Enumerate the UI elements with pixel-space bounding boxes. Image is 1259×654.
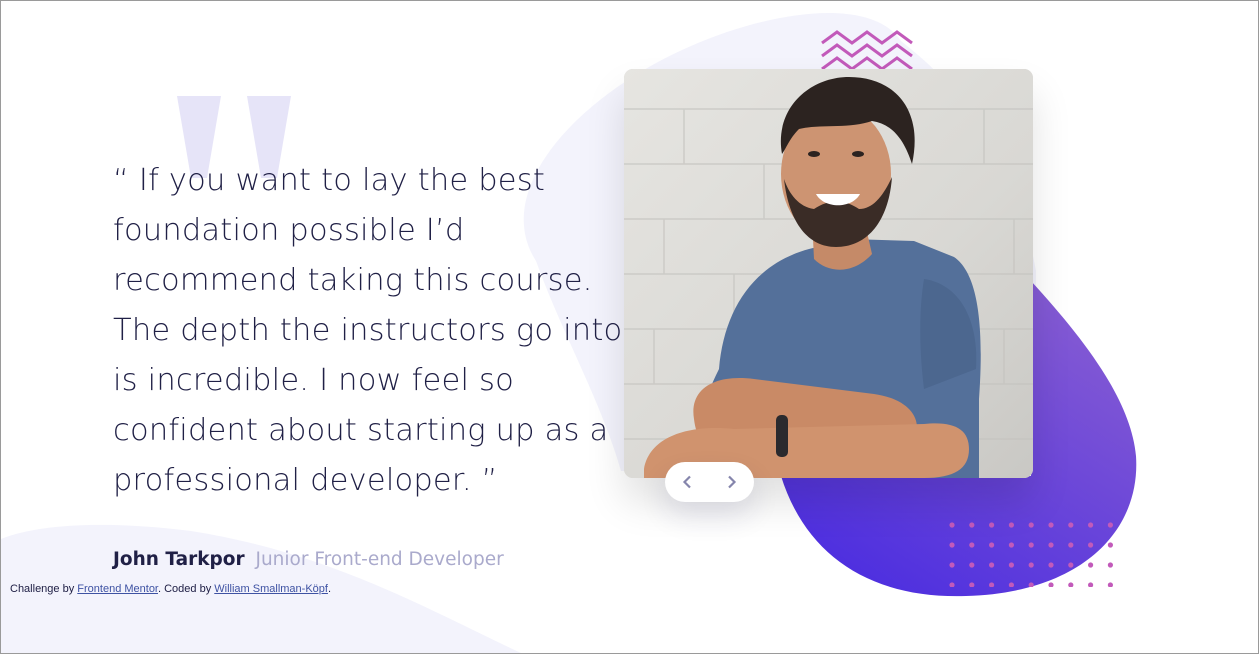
pattern-dot [1088,542,1094,548]
testimonial-quote: “ If you want to lay the best foundation… [113,163,623,498]
pattern-dot [1028,562,1034,568]
watch-shape [776,415,788,457]
next-button[interactable] [710,462,754,502]
pattern-dot [1028,522,1034,528]
frontend-mentor-link[interactable]: Frontend Mentor [77,583,158,595]
pattern-dot [1107,562,1113,568]
author-info: John Tarkpor Junior Front-end Developer [113,549,504,570]
pattern-dot [1008,582,1014,587]
author-link[interactable]: William Smallman-Köpf [214,583,328,595]
pattern-dot [1048,522,1054,528]
pattern-dot [1048,542,1054,548]
pattern-dot [989,582,995,587]
zigzag-pattern-icon [821,30,913,69]
pattern-dot [989,542,995,548]
author-role: Junior Front-end Developer [255,549,504,570]
pattern-dot [1068,542,1074,548]
pattern-dot [1088,522,1094,528]
left-eye [808,151,820,157]
chevron-right-icon [728,475,737,489]
dots-pattern-icon [949,522,1113,587]
testimonial-page: “ If you want to lay the best foundation… [0,0,1259,654]
pattern-dot [1068,522,1074,528]
author-name: John Tarkpor [113,549,245,570]
pattern-dot [1107,542,1113,548]
pattern-dot [1028,582,1034,587]
pattern-dot [1107,582,1113,587]
pattern-dot [1068,582,1074,587]
attribution-suffix: . [327,583,332,595]
pattern-dot [949,522,955,528]
right-eye [852,151,864,157]
portrait-illustration [624,69,1033,478]
pattern-dot [1048,582,1054,587]
attribution-prefix: Challenge by [10,583,78,595]
pattern-dot [1008,542,1014,548]
prev-button[interactable] [665,462,709,502]
pattern-dot [1068,562,1074,568]
pattern-dot [969,522,975,528]
slider-navigation [665,462,754,502]
attribution: Challenge by Frontend Mentor. Coded by W… [10,583,331,595]
pattern-dot [969,562,975,568]
pattern-dot [949,542,955,548]
pattern-dot [1088,562,1094,568]
pattern-dot [969,582,975,587]
chevron-left-icon [682,475,691,489]
pattern-dot [989,562,995,568]
pattern-dot [1048,562,1054,568]
author-photo [624,69,1033,478]
pattern-dot [1008,522,1014,528]
pattern-dot [989,522,995,528]
pattern-dot [949,582,955,587]
pattern-dot [949,562,955,568]
pattern-dot [1028,542,1034,548]
pattern-dot [969,542,975,548]
pattern-dot [1008,562,1014,568]
pattern-dot [1088,582,1094,587]
attribution-middle: . Coded by [158,583,215,595]
pattern-dot [1107,522,1113,528]
